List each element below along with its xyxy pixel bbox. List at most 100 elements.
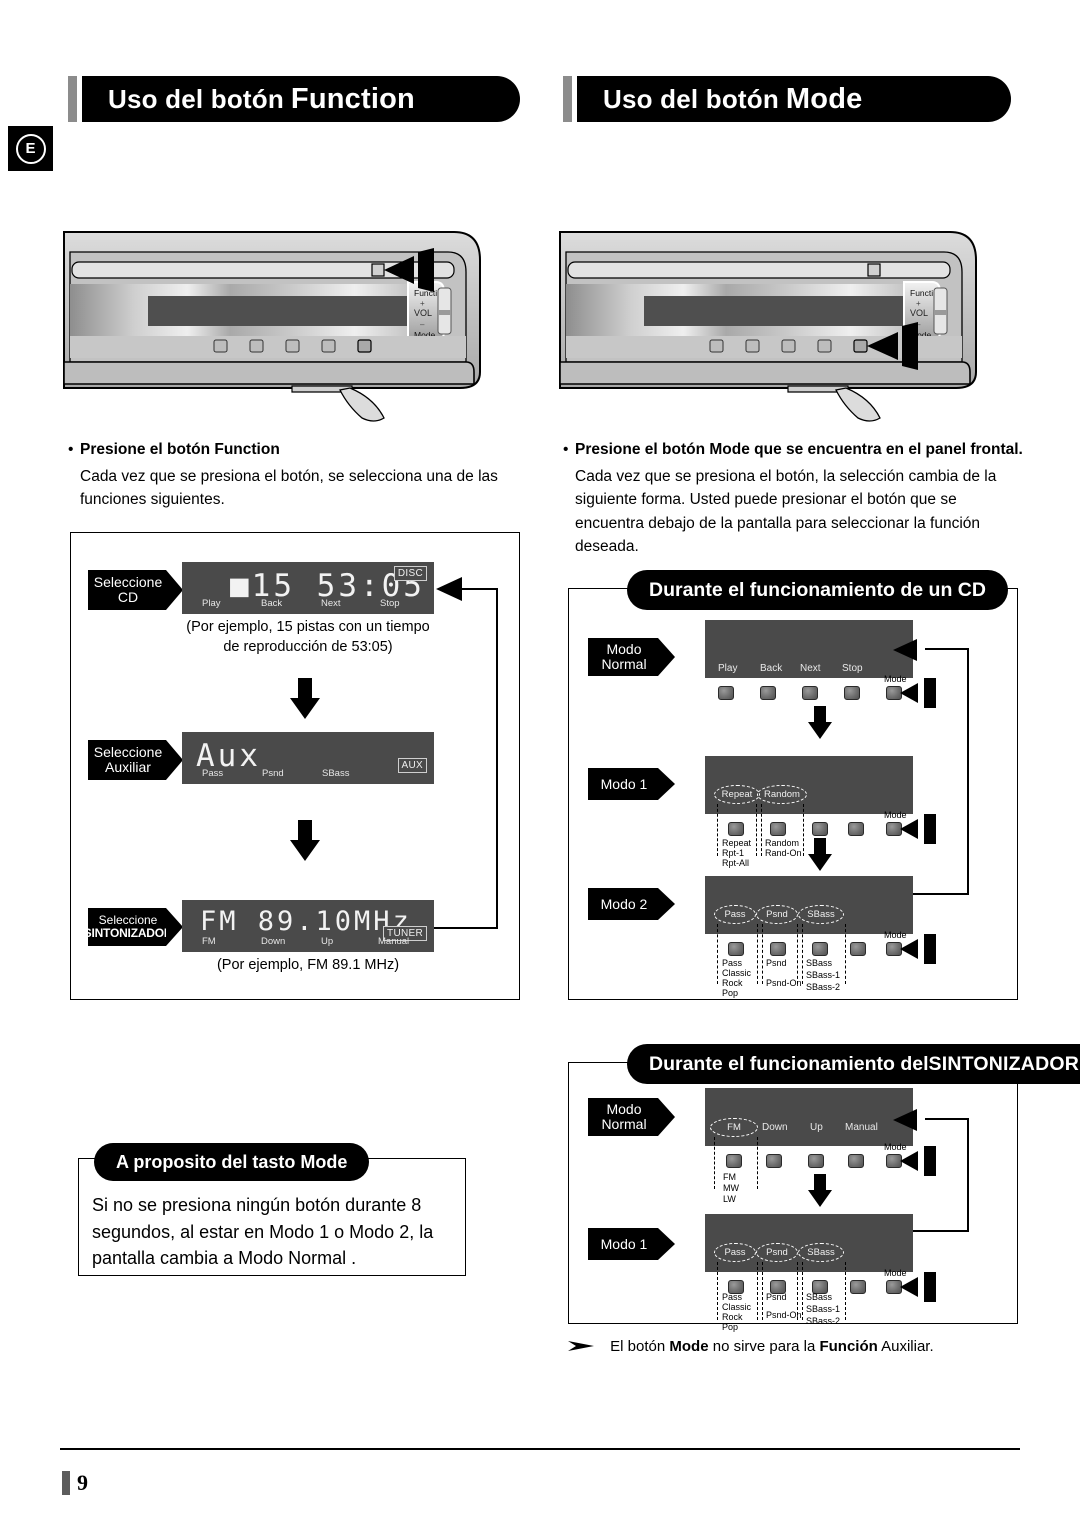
tuner-loop-arrow	[893, 1109, 921, 1136]
tag-line1: Modo	[606, 1101, 642, 1118]
lcd-sublabel: Down	[261, 936, 286, 947]
panel-button[interactable]	[812, 942, 828, 956]
tuner-loop-vertical	[967, 1118, 969, 1232]
panel-button[interactable]	[728, 822, 744, 836]
left-title-prefix: Uso del botón	[108, 83, 284, 114]
highlight-ellipse-random: Random	[757, 785, 807, 804]
cd-loop-horizontal	[913, 893, 969, 895]
cd-loop-vertical	[967, 648, 969, 895]
sublist-item: FM	[723, 1172, 736, 1182]
panel-button[interactable]	[770, 942, 786, 956]
callout-line	[803, 804, 804, 856]
tag-tuner-modo-normal: Modo Normal	[588, 1098, 658, 1136]
page-number: 9	[62, 1470, 88, 1496]
right-title-plate: Uso del botón Mode	[577, 76, 1011, 122]
sublist-item: SBass	[806, 1292, 833, 1302]
tag-seleccione-auxiliar: Seleccione Auxiliar	[88, 740, 166, 780]
highlight-ellipse-pass: Pass	[714, 905, 756, 924]
tag-line2: Normal	[601, 1116, 647, 1132]
callout-line	[714, 1137, 715, 1189]
left-instruction-heading: Presione el botón Function	[80, 441, 280, 458]
callout-line	[757, 1262, 758, 1320]
lcd-tuner-sublabels: FM Down Up Manual	[182, 936, 434, 948]
sublist-item: Random	[765, 838, 800, 848]
right-instruction-body: Cada vez que se presiona el botón, la se…	[575, 467, 997, 556]
panel-label-up: Up	[810, 1122, 823, 1133]
panel-label-down: Down	[762, 1122, 788, 1133]
right-title-emphasis: Mode	[785, 82, 863, 115]
page-number-bar	[62, 1471, 70, 1495]
lcd-cd-badge: DISC	[393, 566, 427, 581]
tuner-group-header-prefix: Durante el funcionamiento del	[649, 1052, 929, 1075]
lcd-sublabel: Next	[321, 598, 341, 609]
highlight-ellipse-pass: Pass	[714, 1243, 756, 1262]
mode-footnote: El botón Mode no sirve para la Función A…	[568, 1338, 1028, 1355]
mode-pointer-2	[900, 811, 940, 849]
panel-label-manual: Manual	[845, 1122, 878, 1133]
right-section-title: Uso del botón Mode	[563, 76, 1011, 122]
right-instruction: • Presione el botón Mode que se encuentr…	[563, 438, 1025, 559]
callout-line	[757, 1137, 758, 1189]
sublist-item: MW	[723, 1183, 739, 1193]
panel-button[interactable]	[760, 686, 776, 700]
tag-line2: CD	[117, 589, 139, 605]
panel-button[interactable]	[808, 1154, 824, 1168]
ellipse-label: SBass	[807, 1247, 835, 1258]
panel-button[interactable]	[850, 1280, 866, 1294]
panel-button[interactable]	[766, 1154, 782, 1168]
svg-text:VOL: VOL	[910, 308, 928, 318]
callout-line	[845, 924, 846, 984]
mode-pointer-3	[900, 931, 940, 969]
lcd-tuner-value: FM 89.10MHz	[200, 906, 412, 937]
panel-button[interactable]	[844, 686, 860, 700]
panel-button[interactable]	[850, 942, 866, 956]
panel-button[interactable]	[726, 1154, 742, 1168]
panel-button[interactable]	[848, 822, 864, 836]
lcd-sublabel: Manual	[378, 936, 410, 947]
panel-button[interactable]	[728, 942, 744, 956]
arrow-marker-icon	[568, 1341, 594, 1351]
page-number-value: 9	[77, 1470, 88, 1495]
language-marker-letter: E	[15, 133, 46, 164]
down-arrow-icon	[808, 706, 832, 739]
sublist-item: Psnd-On	[766, 978, 802, 988]
tag-cd-modo-normal: Modo Normal	[588, 638, 658, 676]
cd-loop-top	[925, 648, 969, 650]
panel-button[interactable]	[802, 686, 818, 700]
sublist-item: SBass-2	[806, 1316, 841, 1326]
sublist-item: SBass-1	[806, 1304, 841, 1314]
callout-line	[757, 924, 758, 984]
caption-cd: (Por ejemplo, 15 pistas con un tiempo de…	[186, 619, 430, 655]
panel-button[interactable]	[812, 822, 828, 836]
left-unit-illustration: Function + VOL – Mode	[62, 222, 522, 422]
mode-pointer-icon	[900, 1269, 936, 1305]
flow-arrow-2	[288, 820, 322, 867]
tag-line2: Normal	[601, 656, 647, 672]
left-arrow-icon	[436, 577, 462, 601]
panel-label-next: Next	[800, 663, 821, 674]
footnote-part2: no sirve para la	[708, 1338, 820, 1355]
panel-button[interactable]	[848, 1154, 864, 1168]
panel-button[interactable]	[770, 822, 786, 836]
mode-tip-header-label: A proposito del tasto Mode	[116, 1151, 348, 1172]
sublist-item: Rand-On	[765, 848, 802, 858]
sublist-item: Rock	[722, 978, 743, 988]
loop-line-vertical	[496, 588, 499, 929]
mode-pointer-5	[900, 1269, 940, 1307]
lcd-display-aux: Aux AUX Pass Psnd SBass	[182, 732, 434, 784]
callout-line	[802, 1262, 803, 1320]
tag-seleccione-sintonizador: Seleccione SINTONIZADOR	[84, 908, 173, 946]
tag-line1: Seleccione	[93, 744, 163, 761]
language-marker: E	[8, 126, 53, 171]
right-title-prefix: Uso del botón	[603, 83, 779, 114]
ellipse-label: SBass	[807, 909, 835, 920]
sublist-item: Classic	[722, 1302, 752, 1312]
sublist-item: Rock	[722, 1312, 743, 1322]
tuner-group-header: Durante el funcionamiento del SINTONIZAD…	[627, 1044, 1080, 1084]
callout-line	[762, 924, 763, 984]
panel-button[interactable]	[718, 686, 734, 700]
down-arrow-icon	[808, 838, 832, 871]
sublist-item: Pass	[722, 958, 743, 968]
highlight-ellipse-sbass: SBass	[798, 1243, 844, 1262]
mode-pointer-icon	[900, 931, 936, 967]
